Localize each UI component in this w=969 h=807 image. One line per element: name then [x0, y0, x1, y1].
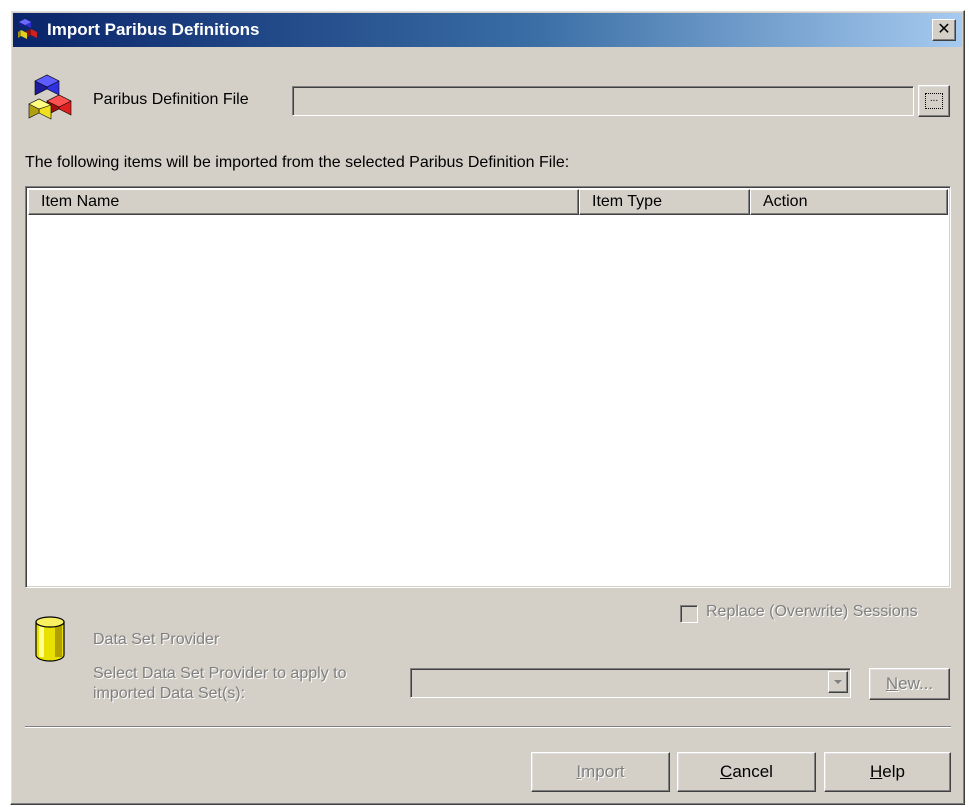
column-header-item-name[interactable]: Item Name — [28, 189, 579, 215]
separator — [25, 726, 951, 728]
replace-sessions-checkbox[interactable] — [680, 605, 698, 623]
cancel-button[interactable]: Cancel — [677, 752, 816, 792]
cubes-icon — [18, 19, 37, 39]
select-provider-label-line1: Select Data Set Provider to apply to — [93, 665, 347, 682]
select-provider-label-line2: imported Data Set(s): — [93, 685, 246, 702]
help-button[interactable]: Help — [824, 752, 951, 792]
close-icon[interactable]: ✕ — [932, 19, 956, 41]
items-list[interactable]: Item Name Item Type Action — [25, 186, 951, 588]
title-bar[interactable]: Import Paribus Definitions ✕ — [13, 13, 962, 47]
new-provider-button[interactable]: New... — [869, 668, 950, 700]
cubes-icon — [28, 74, 72, 120]
data-set-provider-select[interactable] — [410, 668, 851, 698]
column-header-item-type[interactable]: Item Type — [579, 189, 750, 215]
definition-file-field[interactable] — [292, 86, 914, 116]
import-dialog: Import Paribus Definitions ✕ Paribus Def… — [10, 10, 965, 805]
column-header-action[interactable]: Action — [750, 189, 948, 215]
chevron-down-icon[interactable] — [828, 671, 848, 693]
items-caption: The following items will be imported fro… — [25, 154, 570, 171]
replace-sessions-label: Replace (Overwrite) Sessions — [706, 603, 918, 620]
database-cylinder-icon — [35, 616, 65, 662]
browse-button[interactable]: ... — [918, 85, 950, 117]
items-list-header: Item Name Item Type Action — [28, 189, 948, 215]
import-button[interactable]: Import — [531, 752, 670, 792]
ellipsis-icon: ... — [925, 93, 943, 109]
data-set-provider-title: Data Set Provider — [93, 631, 220, 648]
definition-file-label: Paribus Definition File — [93, 91, 249, 108]
window-title: Import Paribus Definitions — [47, 20, 260, 39]
